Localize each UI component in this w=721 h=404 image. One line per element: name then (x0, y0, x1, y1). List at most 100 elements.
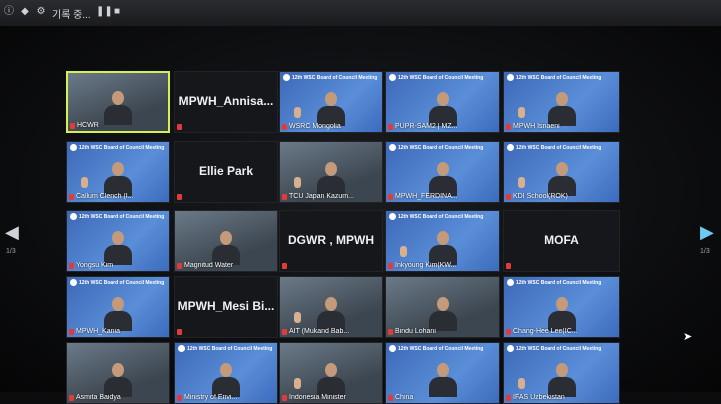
mic-muted-icon (282, 395, 287, 401)
participant-tile-mongolia[interactable]: 12th WSC Board of Council Meeting WSRC Mo… (279, 71, 383, 133)
participant-name-label: WSRC Mongolia (289, 123, 341, 130)
council-logo-icon (389, 345, 396, 352)
stop-icon[interactable]: ■ (112, 7, 122, 17)
shield-icon[interactable]: ◆ (20, 7, 30, 17)
mic-muted-icon (388, 263, 393, 269)
mic-muted-icon (506, 263, 511, 269)
mic-muted-icon (282, 124, 287, 130)
raised-hand-icon (294, 177, 301, 188)
mic-muted-icon (69, 263, 74, 269)
participant-tile-annisa[interactable]: MPWH_Annisa... (174, 71, 278, 133)
mic-muted-icon (506, 395, 511, 401)
participant-name-label: IFAS Uzbekistan (513, 394, 565, 401)
participant-video (212, 231, 240, 265)
participant-name-label: PUPR-SAM2 | MZ... (395, 123, 458, 130)
participant-video (104, 297, 132, 331)
participant-name-label: Yongsu Kim (76, 262, 114, 269)
mic-muted-icon (177, 329, 182, 335)
participant-tile-china[interactable]: 12th WSC Board of Council Meeting China (385, 342, 500, 404)
gear-icon[interactable]: ⚙ (36, 7, 46, 17)
participant-tile-ait[interactable]: AIT (Mukand Bab... (279, 276, 383, 338)
participant-name-label: MPWH Isnaeni (513, 123, 560, 130)
participant-name-label: Magnitud Water (184, 262, 234, 269)
slide-header: 12th WSC Board of Council Meeting (398, 214, 484, 220)
participant-tile-bindu[interactable]: Bindu Lohani (385, 276, 500, 338)
slide-header: 12th WSC Board of Council Meeting (516, 280, 602, 286)
participant-tile-mesi[interactable]: MPWH_Mesi Bi... (174, 276, 278, 338)
participant-tile-magnitud[interactable]: Magnitud Water (174, 210, 278, 272)
raised-hand-icon (518, 107, 525, 118)
participant-video (104, 91, 132, 125)
mic-muted-icon (177, 194, 182, 200)
participant-video (317, 162, 345, 196)
participant-tile-kdi[interactable]: 12th WSC Board of Council Meeting KDI Sch… (503, 141, 620, 203)
mic-muted-icon (388, 124, 393, 130)
slide-header: 12th WSC Board of Council Meeting (516, 145, 602, 151)
slide-header: 12th WSC Board of Council Meeting (398, 346, 484, 352)
participant-tile-asmita[interactable]: Asmita Baidya (66, 342, 170, 404)
gallery-view: ◀ 1/3 ▶ 1/3 HCWR MPWH_Annisa... 12th WSC B… (0, 26, 721, 404)
council-logo-icon (70, 213, 77, 220)
slide-header: 12th WSC Board of Council Meeting (292, 75, 378, 81)
next-page-icon[interactable]: ▶ (700, 222, 714, 243)
participant-video (104, 231, 132, 265)
participant-tile-dgwr[interactable]: DGWR , MPWH (279, 210, 383, 272)
participant-video (104, 162, 132, 196)
mic-muted-icon (69, 194, 74, 200)
raised-hand-icon (81, 177, 88, 188)
participant-video (547, 297, 576, 331)
participant-tile-ifas[interactable]: 12th WSC Board of Council Meeting IFAS Uz… (503, 342, 620, 404)
participant-tile-inkyoung[interactable]: 12th WSC Board of Council Meeting Inkyoun… (385, 210, 500, 272)
slide-header: 12th WSC Board of Council Meeting (79, 280, 165, 286)
info-icon[interactable]: ⓘ (4, 7, 14, 17)
participant-tile-isnaeni[interactable]: 12th WSC Board of Council Meeting MPWH Is… (503, 71, 620, 133)
participant-name-label: HCWR (77, 122, 99, 129)
participant-video (317, 297, 345, 331)
raised-hand-icon (294, 107, 301, 118)
participant-video (428, 92, 457, 126)
participant-tile-ministry[interactable]: 12th WSC Board of Council Meeting Ministr… (174, 342, 278, 404)
mic-muted-icon (282, 263, 287, 269)
slide-header: 12th WSC Board of Council Meeting (187, 346, 273, 352)
participant-video (428, 231, 457, 265)
recording-toolbar: ⓘ ◆ ⚙ 기록 중... ❚❚ ■ (0, 0, 721, 27)
participant-tile-yongsu[interactable]: 12th WSC Board of Council Meeting Yongsu … (66, 210, 170, 272)
participant-name-display: DGWR , MPWH (288, 233, 374, 247)
mic-muted-icon (506, 124, 511, 130)
council-logo-icon (507, 74, 514, 81)
participant-tile-ferdina[interactable]: 12th WSC Board of Council Meeting MPWH_FE… (385, 141, 500, 203)
participant-tile-hcwr[interactable]: HCWR (66, 71, 170, 133)
mic-muted-icon (282, 194, 287, 200)
participant-tile-changhee[interactable]: 12th WSC Board of Council Meeting Chang-H… (503, 276, 620, 338)
participant-name-display: Ellie Park (198, 164, 254, 178)
participant-name-label: Inkyoung Kim(KW... (395, 262, 457, 269)
mic-muted-icon (388, 329, 393, 335)
participant-tile-callum[interactable]: 12th WSC Board of Council Meeting Callum … (66, 141, 170, 203)
participant-video (428, 297, 457, 331)
participant-tile-mofa[interactable]: MOFA (503, 210, 620, 272)
mic-muted-icon (69, 329, 74, 335)
slide-header: 12th WSC Board of Council Meeting (516, 75, 602, 81)
council-logo-icon (389, 74, 396, 81)
participant-name-label: Asmita Baidya (76, 394, 121, 401)
mic-muted-icon (177, 124, 182, 130)
participant-name-label: China (395, 394, 414, 401)
participant-video (317, 92, 345, 126)
council-logo-icon (507, 144, 514, 151)
participant-name-label: MPWH_Kania (76, 328, 120, 335)
mic-muted-icon (282, 329, 287, 335)
participant-tile-ellie[interactable]: Ellie Park (174, 141, 278, 203)
slide-header: 12th WSC Board of Council Meeting (398, 75, 484, 81)
participant-name-display: MPWH_Mesi Bi... (177, 299, 275, 313)
participant-video (428, 162, 457, 196)
page-indicator-left: 1/3 (6, 248, 16, 255)
mic-muted-icon (506, 194, 511, 200)
participant-tile-pupr[interactable]: 12th WSC Board of Council Meeting PUPR-SA… (385, 71, 500, 133)
participant-tile-tcu[interactable]: TCU Japan Kazum... (279, 141, 383, 203)
participant-tile-indonesia[interactable]: Indonesia Minister (279, 342, 383, 404)
participant-name-label: Indonesia Minister (289, 394, 346, 401)
pause-icon[interactable]: ❚❚ (96, 7, 113, 17)
prev-page-icon[interactable]: ◀ (5, 222, 19, 243)
participant-tile-kania[interactable]: 12th WSC Board of Council Meeting MPWH_Ka… (66, 276, 170, 338)
mic-muted-icon (177, 395, 182, 401)
